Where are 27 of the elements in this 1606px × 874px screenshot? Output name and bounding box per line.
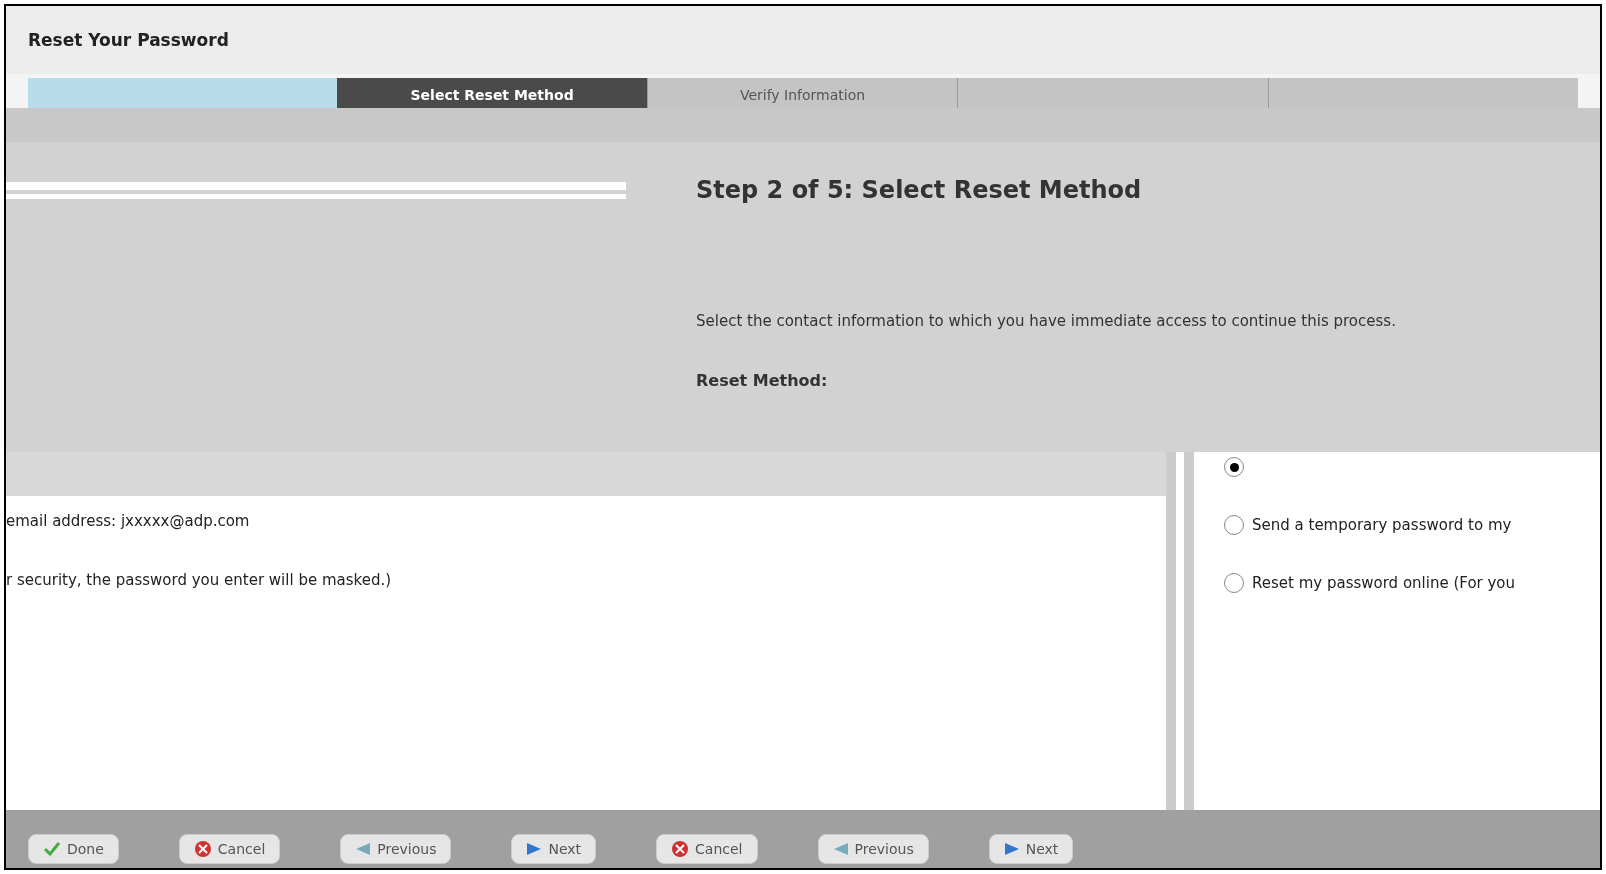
close-icon [671,840,690,858]
option-label: Send a temporary password to my [1252,514,1512,536]
right-arrow-icon [1003,841,1020,857]
done-button[interactable]: Done [28,834,119,864]
right-arrow-icon [526,841,543,857]
cancel-button[interactable]: Cancel [656,834,758,864]
close-icon [193,840,212,858]
previous-button[interactable]: Previous [340,834,452,864]
option-label: Reset my password online (For you [1252,572,1516,594]
left-arrow-icon [355,841,372,857]
window-title: Reset Your Password [28,30,229,50]
radio-button[interactable] [1224,457,1244,477]
previous-button[interactable]: Previous [817,834,929,864]
radio-button[interactable] [1224,573,1244,593]
next-button[interactable]: Next [511,834,597,864]
step-heading: Step 2 of 5: Select Reset Method [696,175,1143,206]
next-button[interactable]: Next [988,834,1074,864]
step-tab[interactable]: Select Reset Method [337,78,647,108]
instruction-text: Select the contact information to which you have immediate access to continue this process. [696,311,1397,332]
radio-button[interactable] [1224,515,1244,535]
detail-text: r security, the password you enter will be masked.) [6,569,393,591]
step-tab[interactable]: Verify Information [646,78,958,108]
check-icon [43,841,61,857]
cancel-button[interactable]: Cancel [178,834,281,864]
left-arrow-icon [832,841,849,857]
detail-text: email address: jxxxxx@adp.com [6,511,251,532]
reset-method-label: Reset Method: [696,369,829,392]
